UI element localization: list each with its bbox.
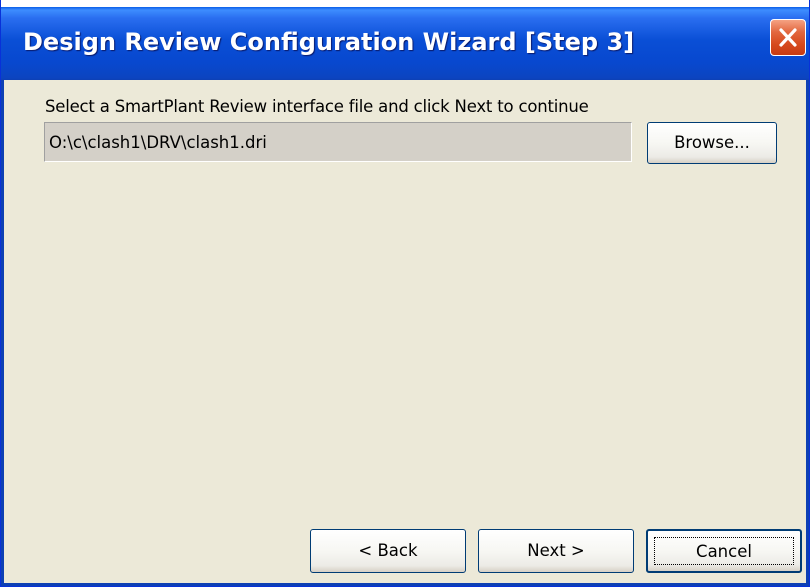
close-icon xyxy=(779,28,797,47)
window-bottom-border xyxy=(1,583,809,586)
back-button[interactable]: < Back xyxy=(310,529,466,573)
instruction-label: Select a SmartPlant Review interface fil… xyxy=(45,97,589,116)
browse-button[interactable]: Browse... xyxy=(647,122,777,164)
cancel-button-label: Cancel xyxy=(654,537,794,565)
window-left-border xyxy=(1,80,4,586)
title-bar[interactable]: Design Review Configuration Wizard [Step… xyxy=(1,0,809,80)
wizard-window: Design Review Configuration Wizard [Step… xyxy=(0,0,810,587)
cancel-button[interactable]: Cancel xyxy=(646,529,802,573)
window-right-border xyxy=(806,80,809,586)
close-button[interactable] xyxy=(770,19,806,56)
interface-file-path-field[interactable] xyxy=(44,122,632,162)
next-button[interactable]: Next > xyxy=(478,529,634,573)
window-title: Design Review Configuration Wizard [Step… xyxy=(23,28,635,56)
